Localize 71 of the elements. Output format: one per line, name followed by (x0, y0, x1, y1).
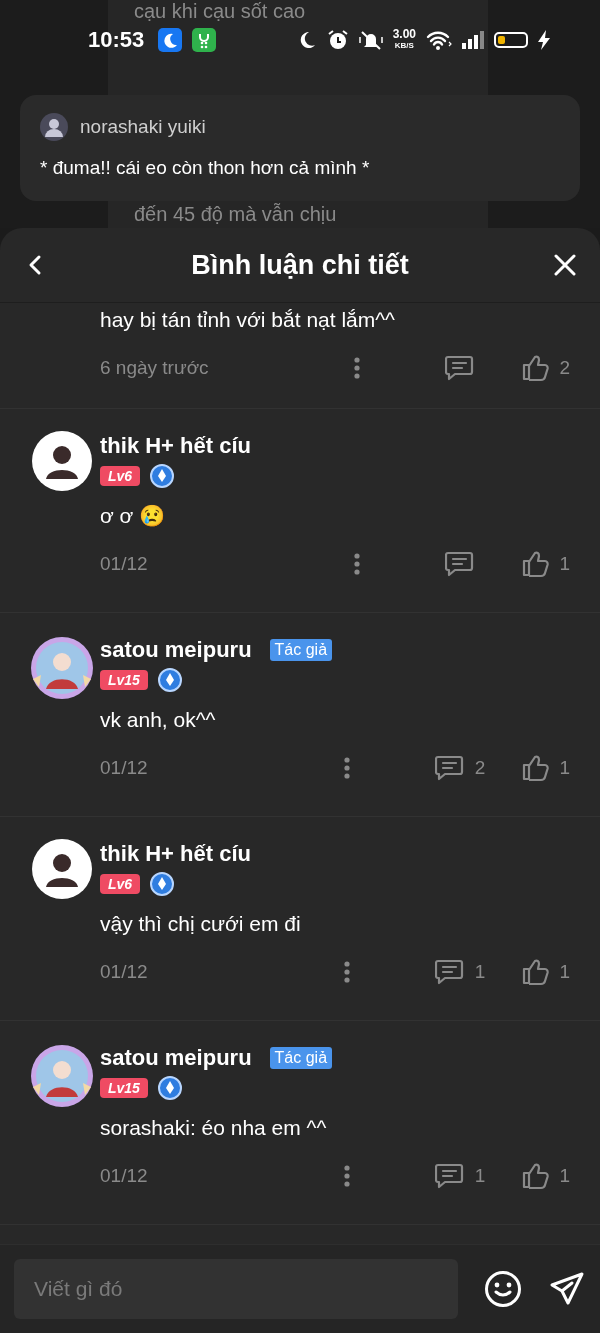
like-button[interactable]: 1 (521, 1161, 570, 1191)
comment-text: vk anh, ok^^ (100, 707, 217, 733)
thumbs-up-icon (521, 1161, 550, 1191)
level-badge: Lv6 (100, 466, 141, 486)
pen-badge-icon (157, 1076, 182, 1100)
comment-time: 6 ngày trước (100, 357, 209, 379)
pen-badge-icon (150, 872, 175, 896)
reply-button[interactable]: 1 (434, 957, 486, 987)
reply-button[interactable]: 1 (434, 1161, 486, 1191)
comment-icon (434, 753, 465, 783)
comment-time: 01/12 (100, 757, 148, 779)
level-badge: Lv6 (100, 874, 141, 894)
comment-text: sorashaki: éo nha em ^^ (100, 1115, 328, 1141)
more-icon[interactable] (342, 756, 351, 780)
like-button[interactable]: 1 (521, 549, 570, 579)
background-post-text: đến 45 độ mà vẫn chịu (134, 203, 337, 225)
alarm-icon (326, 29, 349, 51)
thumbs-up-icon (521, 753, 550, 783)
muted-bell-icon (358, 29, 383, 51)
comment-text: vậy thì chị cưới em đi (100, 911, 302, 937)
thumbs-up-icon (521, 549, 550, 579)
notification-card[interactable]: norashaki yuiki * đuma!! cái eo còn thon hơn cả mình * (20, 95, 580, 201)
comment-icon (434, 1161, 465, 1191)
charging-icon (538, 30, 550, 50)
level-badge: Lv15 (100, 670, 148, 690)
comment-time: 01/12 (100, 961, 148, 983)
thumbs-up-icon (521, 957, 550, 987)
author-tag: Tác giả (269, 1047, 333, 1069)
user-name[interactable]: satou meipuru (100, 1045, 252, 1071)
avatar-icon (29, 1043, 95, 1109)
like-button[interactable]: 2 (521, 353, 570, 383)
comment-text: hay bị tán tỉnh với bắt nạt lắm^^ (100, 307, 396, 333)
avatar-icon (32, 839, 92, 899)
sheet-title: Bình luận chi tiết (190, 249, 410, 281)
notification-text: * đuma!! cái eo còn thon hơn cả mình * (40, 157, 371, 179)
avatar-icon (29, 635, 95, 701)
more-icon[interactable] (342, 1164, 351, 1188)
more-icon[interactable] (342, 960, 351, 984)
pen-badge-icon (157, 668, 182, 692)
avatar-icon (32, 431, 92, 491)
wifi-icon (426, 30, 452, 50)
avatar-icon (40, 113, 68, 141)
more-icon[interactable] (353, 552, 362, 576)
emoji-button[interactable] (484, 1270, 522, 1308)
author-tag: Tác giả (269, 639, 333, 661)
signal-icon (462, 31, 484, 49)
moon-app-icon (158, 28, 183, 52)
comment-icon (445, 549, 476, 579)
notification-user: norashaki yuiki (80, 116, 206, 138)
battery-icon (494, 32, 528, 48)
thumbs-up-icon (521, 353, 550, 383)
status-time: 10:53 (88, 27, 145, 53)
bag-app-icon (192, 28, 217, 52)
reply-button[interactable]: 2 (434, 753, 486, 783)
like-button[interactable]: 1 (521, 753, 570, 783)
network-speed: 3.00 KB/S (392, 29, 416, 51)
background-post-text: cạu khi cạu sốt cao (134, 0, 306, 22)
user-name[interactable]: satou meipuru (100, 637, 252, 663)
user-name[interactable]: thik H+ hết cíu (100, 433, 251, 459)
comment-icon (445, 353, 476, 383)
smiley-icon (484, 1270, 522, 1308)
like-button[interactable]: 1 (521, 957, 570, 987)
user-name[interactable]: thik H+ hết cíu (100, 841, 251, 867)
comment-input[interactable]: Viết gì đó (14, 1259, 458, 1319)
comment-time: 01/12 (100, 553, 148, 575)
comment-time: 01/12 (100, 1165, 148, 1187)
more-icon[interactable] (353, 356, 362, 380)
comment-text: ơ ơ 😢 (100, 503, 167, 529)
comment-icon (434, 957, 465, 987)
pen-badge-icon (150, 464, 175, 488)
level-badge: Lv15 (100, 1078, 148, 1098)
